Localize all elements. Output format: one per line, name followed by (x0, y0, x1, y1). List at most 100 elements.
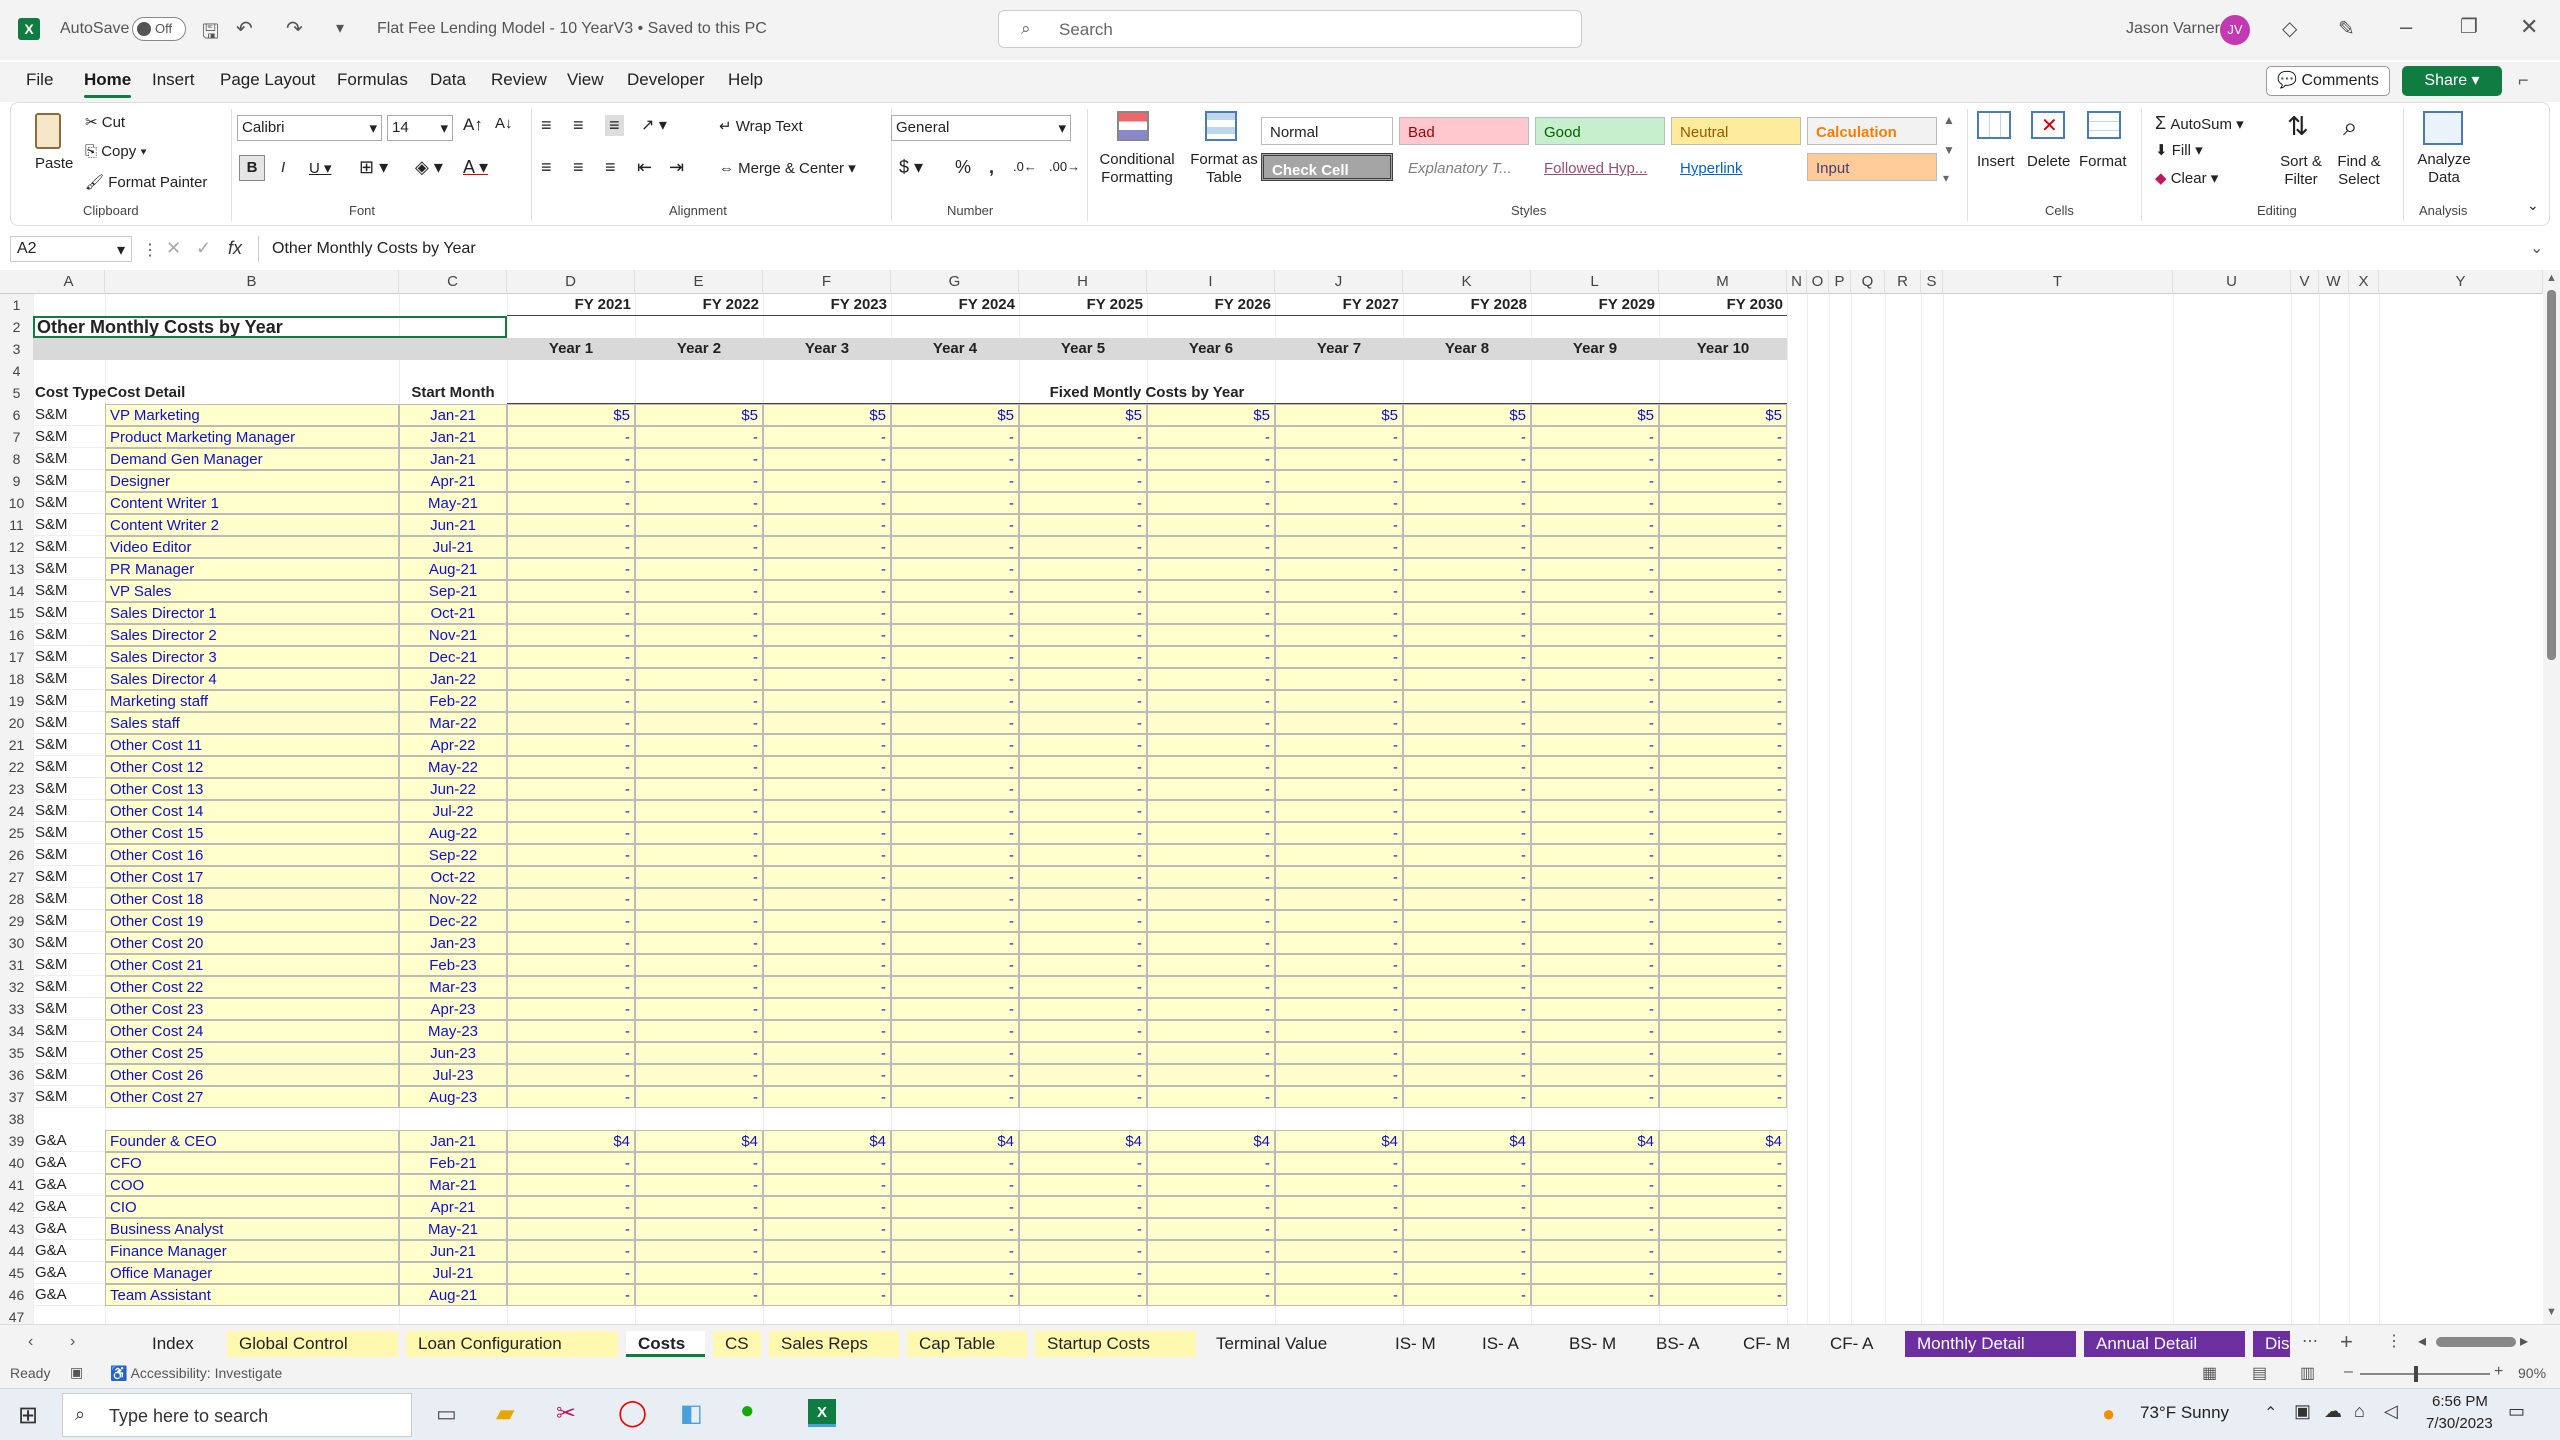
column-header[interactable]: H (1019, 270, 1147, 294)
row-header[interactable]: 33 (0, 998, 33, 1020)
row-header[interactable]: 38 (0, 1108, 33, 1130)
monthly-cost-cell[interactable]: - (1403, 712, 1531, 734)
monthly-cost-cell[interactable]: - (1147, 580, 1275, 602)
align-top-icon[interactable]: ≡ (541, 115, 552, 136)
monthly-cost-cell[interactable]: - (635, 800, 763, 822)
monthly-cost-cell[interactable]: - (1403, 932, 1531, 954)
sheet-tab[interactable]: Annual Detail (2084, 1331, 2245, 1357)
monthly-cost-cell[interactable]: - (1531, 1262, 1659, 1284)
monthly-cost-cell[interactable]: - (507, 756, 635, 778)
monthly-cost-cell[interactable]: - (763, 756, 891, 778)
monthly-cost-cell[interactable]: - (1531, 1086, 1659, 1108)
monthly-cost-cell[interactable]: - (635, 954, 763, 976)
sheet-tab[interactable]: CF- A (1818, 1331, 1897, 1357)
row-header[interactable]: 27 (0, 866, 33, 888)
monthly-cost-cell[interactable]: - (635, 668, 763, 690)
cost-type-cell[interactable]: S&M (33, 734, 105, 756)
increase-decimal-icon[interactable]: .0← (1013, 159, 1037, 174)
cost-detail-cell[interactable]: Other Cost 26 (105, 1064, 399, 1086)
start-month-cell[interactable]: Jul-22 (399, 800, 507, 822)
monthly-cost-cell[interactable]: - (891, 1240, 1019, 1262)
monthly-cost-cell[interactable]: - (507, 888, 635, 910)
scroll-thumb[interactable] (2547, 290, 2556, 660)
monthly-cost-cell[interactable]: - (1659, 1086, 1787, 1108)
start-month-cell[interactable]: Jan-22 (399, 668, 507, 690)
monthly-cost-cell[interactable]: - (1275, 998, 1403, 1020)
monthly-cost-cell[interactable]: - (891, 1174, 1019, 1196)
monthly-cost-cell[interactable]: - (1275, 800, 1403, 822)
format-cells-button[interactable]: Format (2079, 153, 2127, 170)
row-header[interactable]: 23 (0, 778, 33, 800)
monthly-cost-cell[interactable]: $5 (1275, 404, 1403, 426)
monthly-cost-cell[interactable]: - (507, 734, 635, 756)
row-header[interactable]: 18 (0, 668, 33, 690)
monthly-cost-cell[interactable]: - (507, 778, 635, 800)
monthly-cost-cell[interactable]: - (891, 536, 1019, 558)
column-header[interactable]: P (1829, 270, 1851, 294)
cut-button[interactable]: ✂ Cut (85, 113, 125, 131)
start-month-cell[interactable]: Dec-22 (399, 910, 507, 932)
volume-icon[interactable]: ◁ (2384, 1401, 2398, 1422)
monthly-cost-cell[interactable]: - (1531, 646, 1659, 668)
monthly-cost-cell[interactable]: - (891, 470, 1019, 492)
monthly-cost-cell[interactable]: - (763, 1284, 891, 1306)
monthly-cost-cell[interactable]: - (1019, 624, 1147, 646)
monthly-cost-cell[interactable]: - (1531, 976, 1659, 998)
sort-filter-icon[interactable]: ⇅ (2287, 111, 2309, 142)
monthly-cost-cell[interactable]: - (1147, 1174, 1275, 1196)
tab-data[interactable]: Data (430, 70, 466, 90)
monthly-cost-cell[interactable]: - (891, 756, 1019, 778)
row-header[interactable]: 7 (0, 426, 33, 448)
start-month-cell[interactable]: Feb-22 (399, 690, 507, 712)
row-header[interactable]: 15 (0, 602, 33, 624)
start-month-cell[interactable]: Nov-22 (399, 888, 507, 910)
monthly-cost-cell[interactable]: - (1275, 1262, 1403, 1284)
monthly-cost-cell[interactable]: - (507, 954, 635, 976)
column-header[interactable]: Y (2379, 270, 2543, 294)
monthly-cost-cell[interactable]: - (1275, 822, 1403, 844)
monthly-cost-cell[interactable]: - (1147, 712, 1275, 734)
monthly-cost-cell[interactable]: - (1659, 932, 1787, 954)
monthly-cost-cell[interactable]: - (1659, 580, 1787, 602)
align-left-icon[interactable]: ≡ (541, 157, 552, 178)
monthly-cost-cell[interactable]: $4 (763, 1130, 891, 1152)
monthly-cost-cell[interactable]: - (1659, 888, 1787, 910)
monthly-cost-cell[interactable]: - (1659, 998, 1787, 1020)
monthly-cost-cell[interactable]: - (1147, 1086, 1275, 1108)
monthly-cost-cell[interactable]: - (1275, 690, 1403, 712)
number-format-select[interactable]: General ▾ (891, 115, 1071, 141)
monthly-cost-cell[interactable]: - (1147, 1284, 1275, 1306)
monthly-cost-cell[interactable]: - (1019, 646, 1147, 668)
cost-type-cell[interactable]: S&M (33, 844, 105, 866)
decrease-decimal-icon[interactable]: .00→ (1049, 159, 1080, 174)
monthly-cost-cell[interactable]: - (1531, 668, 1659, 690)
monthly-cost-cell[interactable]: - (891, 910, 1019, 932)
monthly-cost-cell[interactable]: - (763, 932, 891, 954)
cost-detail-cell[interactable]: Content Writer 2 (105, 514, 399, 536)
monthly-cost-cell[interactable]: - (635, 866, 763, 888)
monthly-cost-cell[interactable]: - (635, 690, 763, 712)
year-header[interactable]: Year 5 (1019, 338, 1147, 360)
start-month-cell[interactable]: Dec-21 (399, 646, 507, 668)
align-right-icon[interactable]: ≡ (605, 157, 616, 178)
monthly-cost-cell[interactable]: - (507, 558, 635, 580)
conditional-formatting-icon[interactable] (1117, 111, 1149, 141)
sheet-tab[interactable]: Sales Reps (769, 1331, 899, 1357)
monthly-cost-cell[interactable]: - (1659, 1042, 1787, 1064)
tab-page-layout[interactable]: Page Layout (220, 70, 315, 90)
monthly-cost-cell[interactable]: - (1531, 822, 1659, 844)
monthly-cost-cell[interactable]: - (1147, 514, 1275, 536)
monthly-cost-cell[interactable]: - (1659, 514, 1787, 536)
monthly-cost-cell[interactable]: - (507, 470, 635, 492)
monthly-cost-cell[interactable]: - (763, 1262, 891, 1284)
monthly-cost-cell[interactable]: - (763, 558, 891, 580)
monthly-cost-cell[interactable]: - (1403, 1196, 1531, 1218)
monthly-cost-cell[interactable]: - (1659, 1262, 1787, 1284)
column-header[interactable]: R (1885, 270, 1921, 294)
monthly-cost-cell[interactable]: - (507, 1174, 635, 1196)
borders-icon[interactable]: ⊞ ▾ (359, 157, 388, 178)
styles-scroll-up-icon[interactable]: ▲ (1943, 113, 1955, 127)
monthly-cost-cell[interactable]: - (891, 1218, 1019, 1240)
monthly-cost-cell[interactable]: $4 (1147, 1130, 1275, 1152)
monthly-cost-cell[interactable]: - (1659, 712, 1787, 734)
